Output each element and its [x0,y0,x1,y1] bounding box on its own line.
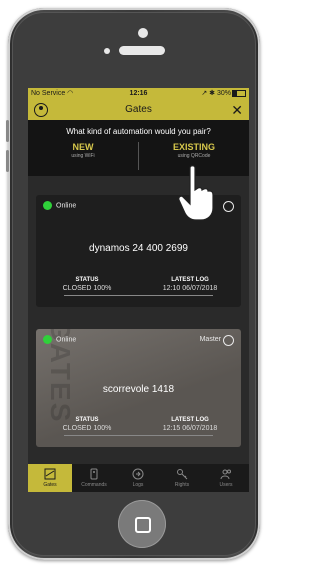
tab-users[interactable]: Users [204,464,248,492]
status-label: STATUS [75,417,99,423]
battery-icon [232,89,246,97]
gate-name: scorrevole 1418 [102,384,175,395]
online-indicator: Online [43,335,76,345]
home-square-icon [135,517,151,533]
tab-bar: Gates Commands Logs Rights Users [28,464,249,492]
log-label: LATEST LOG [171,277,209,283]
tab-commands[interactable]: Commands [72,464,116,492]
remote-icon [90,468,98,480]
front-camera [138,28,148,38]
tab-gates[interactable]: Gates [28,464,72,492]
status-value: CLOSED 100% [62,425,112,432]
users-icon [220,469,231,480]
pair-new-button[interactable]: NEW using WiFi [28,142,138,159]
status-label: STATUS [75,277,99,283]
app-screen: No Service ◠ 12:16 ↗ ✱ 30% Gates ✕ What … [28,88,249,492]
battery-status: ↗ ✱ 30% [201,88,246,100]
key-icon [177,469,188,480]
home-button[interactable] [118,500,166,548]
pair-existing-label: EXISTING [172,142,215,152]
log-label: LATEST LOG [171,417,209,423]
role-badge: Master [199,336,221,343]
gate-icon [44,468,56,480]
page-title: Gates [125,104,152,115]
tab-label: Users [219,482,233,488]
status-column: STATUS CLOSED 100% [36,417,138,432]
app-header: Gates ✕ [28,100,249,120]
log-column: LATEST LOG 12:15 06/07/2018 [139,417,241,432]
tab-label: Commands [81,482,107,488]
tab-logs[interactable]: Logs [116,464,160,492]
card-divider [64,435,213,436]
user-icon [223,335,234,346]
earpiece-speaker [119,46,165,55]
pair-new-sub: using WiFi [71,153,95,159]
tab-label: Rights [174,482,190,488]
pair-existing-sub: using QRCode [177,153,211,159]
online-indicator: Online [43,201,76,211]
close-icon[interactable]: ✕ [231,100,243,120]
status-column: STATUS CLOSED 100% [36,277,138,292]
log-value: 12:15 06/07/2018 [162,425,218,432]
pair-existing-button[interactable]: EXISTING using QRCode [139,142,249,159]
online-dot-icon [43,201,52,210]
logs-icon [132,468,144,480]
sensor-dot [104,48,110,54]
tab-label: Gates [43,482,57,488]
card-divider [64,295,213,296]
log-value: 12:10 06/07/2018 [162,285,218,292]
pairing-question: What kind of automation would you pair? [66,127,211,136]
gate-card[interactable]: GATES Online Master scorrevole 1418 STAT… [36,329,241,447]
user-icon [223,201,234,212]
tab-rights[interactable]: Rights [160,464,204,492]
phone-side-button [6,120,9,142]
online-dot-icon [43,335,52,344]
tab-label: Logs [132,482,144,488]
phone-side-button [6,150,9,172]
status-bar: No Service ◠ 12:16 ↗ ✱ 30% [28,88,249,100]
status-value: CLOSED 100% [62,285,112,292]
pointing-hand-icon [178,165,214,221]
log-column: LATEST LOG 12:10 06/07/2018 [139,277,241,292]
pair-new-label: NEW [72,142,94,152]
gate-name: dynamos 24 400 2699 [89,243,188,254]
